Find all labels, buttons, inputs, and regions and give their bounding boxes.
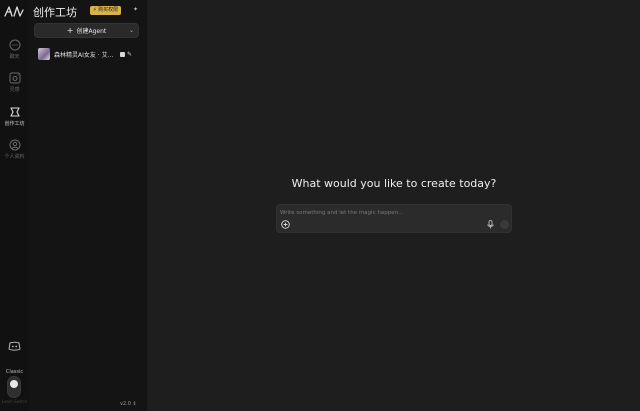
add-circle-icon[interactable]: [281, 220, 290, 229]
panel-title: 创作工坊: [33, 6, 77, 19]
send-button[interactable]: [500, 220, 509, 229]
edit-icon[interactable]: ✎: [127, 51, 132, 58]
prompt-box[interactable]: [276, 204, 512, 233]
rail-item-label: 个人资料: [4, 154, 25, 160]
image-icon: [9, 72, 20, 84]
rail-item-chat[interactable]: 聊天: [0, 39, 29, 60]
chat-icon: [9, 39, 20, 51]
page-headline: What would you like to create today?: [291, 177, 497, 190]
plus-icon: +: [66, 25, 74, 35]
pin-icon[interactable]: ✦: [133, 6, 138, 13]
create-agent-label: 创建Agent: [76, 28, 107, 35]
rail-item-label: 创作工坊: [4, 121, 25, 127]
workshop-icon: [9, 107, 20, 117]
agent-avatar: [38, 48, 50, 60]
main-area: What would you like to create today?: [148, 0, 640, 411]
discord-icon[interactable]: [8, 341, 21, 351]
user-icon: [9, 139, 20, 151]
agent-status-icon: [120, 51, 125, 57]
credit-badge[interactable]: ⚡ 购买权限: [90, 6, 122, 15]
rail-item-inspiration[interactable]: 灵感: [0, 72, 29, 93]
workshop-panel: 创作工坊 ⚡ 购买权限 ✦ + 创建Agent ⌄ 森林精灵AI女友 · 艾..…: [29, 0, 148, 411]
rail-item-label: 聊天: [9, 54, 20, 60]
rail-item-profile[interactable]: 个人资料: [0, 139, 29, 160]
mode-toggle[interactable]: [7, 376, 21, 398]
mode-sub-label: Learn Switch: [1, 399, 28, 404]
microphone-icon[interactable]: [487, 220, 494, 229]
create-agent-button[interactable]: + 创建Agent ⌄: [34, 23, 139, 38]
agent-name: 森林精灵AI女友 · 艾...: [54, 51, 114, 59]
rail-item-workshop[interactable]: 创作工坊: [0, 106, 29, 127]
chevron-down-icon[interactable]: ⌄: [129, 27, 134, 34]
mode-label: Classic: [5, 369, 24, 375]
chevron-updown-icon: ⇕: [132, 401, 137, 407]
icon-rail: 聊天 灵感 创作工坊 个人资料 Classic Learn Switch: [0, 0, 29, 411]
agent-list-item[interactable]: 森林精灵AI女友 · 艾... ✎: [38, 47, 139, 61]
app-logo[interactable]: [4, 4, 24, 18]
toggle-knob: [10, 380, 18, 388]
prompt-input[interactable]: [280, 208, 480, 217]
rail-item-label: 灵感: [9, 87, 20, 93]
version-selector[interactable]: v2.0 ⇕: [120, 401, 137, 407]
version-label: v2.0: [120, 401, 131, 407]
